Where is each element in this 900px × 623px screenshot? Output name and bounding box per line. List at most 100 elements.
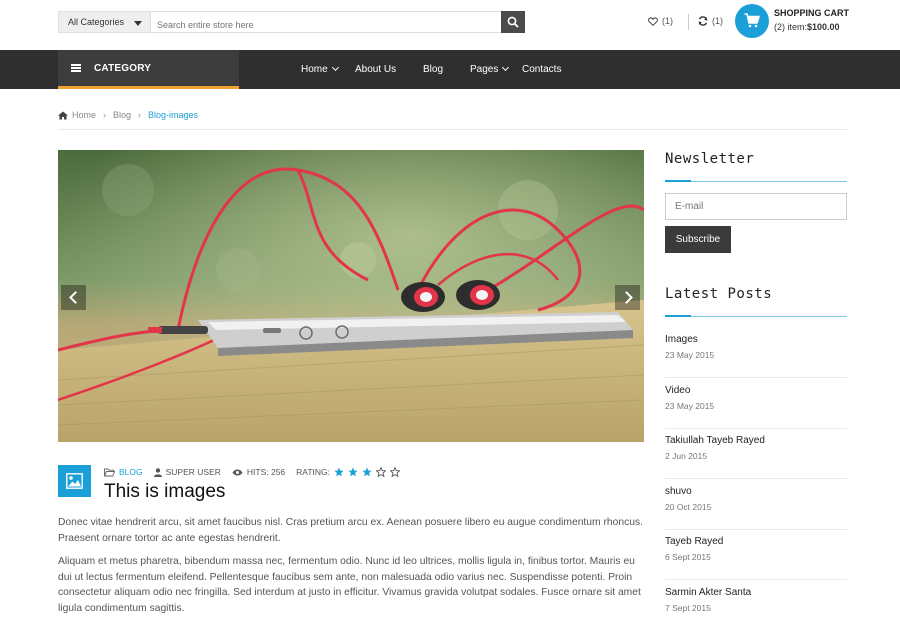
shopping-cart-icon xyxy=(744,13,760,28)
post-category[interactable]: BLOG xyxy=(104,467,143,477)
site-header: All Categories (1) (1) SHOPPING CA xyxy=(0,0,900,50)
rating-stars[interactable] xyxy=(334,467,404,477)
heading-underline xyxy=(665,180,847,182)
nav-item-label: Blog xyxy=(423,64,444,75)
latest-post-date: 23 May 2015 xyxy=(665,350,715,360)
breadcrumb-blog[interactable]: Blog xyxy=(113,110,131,120)
category-select-value: All Categories xyxy=(68,17,125,27)
latest-post-item[interactable]: Video 23 May 2015 xyxy=(665,385,847,411)
user-icon xyxy=(153,467,162,477)
cart-title[interactable]: SHOPPING CART xyxy=(774,8,849,18)
cart-button[interactable] xyxy=(735,4,769,38)
nav-item-label: Contacts xyxy=(522,64,562,75)
latest-post-date: 6 Sept 2015 xyxy=(665,552,711,562)
menu-icon xyxy=(71,64,81,72)
refresh-icon xyxy=(698,16,708,26)
latest-post-date: 23 May 2015 xyxy=(665,401,715,411)
search-button[interactable] xyxy=(501,11,525,33)
breadcrumb-home[interactable]: Home xyxy=(72,110,96,120)
latest-post-title: Video xyxy=(665,385,691,396)
latest-post-date: 7 Sept 2015 xyxy=(665,603,711,613)
latest-post-item[interactable]: Tayeb Rayed 6 Sept 2015 xyxy=(665,536,847,562)
home-icon xyxy=(58,111,68,119)
wishlist-count: (1) xyxy=(662,16,673,26)
list-divider xyxy=(665,478,847,479)
latest-post-item[interactable]: Takiullah Tayeb Rayed 2 Jun 2015 xyxy=(665,435,847,461)
cart-item-count: (2) item: xyxy=(774,22,808,32)
wishlist-link[interactable]: (1) xyxy=(648,16,673,26)
chevron-right-icon: › xyxy=(103,110,107,120)
newsletter-heading: Newsletter xyxy=(665,151,755,167)
post-rating: RATING: xyxy=(296,467,404,477)
latest-post-date: 2 Jun 2015 xyxy=(665,451,708,461)
main-navbar: CATEGORY Home About Us Blog Pages Contac… xyxy=(0,50,900,89)
post-format-badge xyxy=(58,465,91,497)
latest-post-title: Tayeb Rayed xyxy=(665,536,724,547)
heading-underline xyxy=(665,315,847,317)
list-divider xyxy=(665,428,847,429)
category-menu-toggle[interactable]: CATEGORY xyxy=(58,50,239,89)
nav-item-label: About Us xyxy=(355,64,397,75)
slider-prev-button[interactable] xyxy=(61,285,86,310)
category-menu-label: CATEGORY xyxy=(94,63,152,74)
star-filled-icon[interactable] xyxy=(348,467,358,477)
nav-item-pages[interactable]: Pages xyxy=(470,63,510,75)
compare-count: (1) xyxy=(712,16,723,26)
post-meta: BLOG SUPER USER HITS: 256 RATING: xyxy=(104,467,415,477)
list-divider xyxy=(665,529,847,530)
category-select[interactable]: All Categories xyxy=(58,11,151,33)
header-divider xyxy=(688,14,689,30)
latest-post-title: Takiullah Tayeb Rayed xyxy=(665,435,765,446)
post-paragraph: Donec vitae hendrerit arcu, sit amet fau… xyxy=(58,517,643,544)
headphones-phone-photo xyxy=(58,150,644,442)
post-author: SUPER USER xyxy=(153,467,221,477)
chevron-down-icon xyxy=(331,63,339,72)
nav-item-contacts[interactable]: Contacts xyxy=(522,64,561,75)
folder-open-icon xyxy=(104,468,115,476)
star-empty-icon[interactable] xyxy=(390,467,401,477)
slider-next-button[interactable] xyxy=(615,285,640,310)
image-icon xyxy=(66,473,83,489)
post-rating-label: RATING: xyxy=(296,467,331,477)
post-title: This is images xyxy=(104,481,226,502)
nav-item-home[interactable]: Home xyxy=(301,63,339,75)
post-category-label: BLOG xyxy=(119,467,143,477)
star-filled-icon[interactable] xyxy=(362,467,372,477)
post-author-label: SUPER USER xyxy=(165,467,221,477)
nav-item-label: Pages xyxy=(470,64,499,75)
subscribe-button[interactable]: Subscribe xyxy=(665,226,731,253)
list-divider xyxy=(665,377,847,378)
nav-item-blog[interactable]: Blog xyxy=(423,64,443,75)
latest-post-date: 20 Oct 2015 xyxy=(665,502,712,512)
breadcrumb: Home › Blog › Blog-images xyxy=(58,110,198,120)
eye-icon xyxy=(232,469,243,475)
latest-post-item[interactable]: Images 23 May 2015 xyxy=(665,334,847,360)
latest-post-title: Sarmin Akter Santa xyxy=(665,587,752,598)
post-hits: HITS: 256 xyxy=(232,467,285,477)
caret-down-icon xyxy=(134,21,142,26)
list-divider xyxy=(665,579,847,580)
heart-icon xyxy=(648,16,658,26)
breadcrumb-divider xyxy=(58,129,847,130)
cart-summary: (2) item:$100.00 xyxy=(774,22,840,32)
latest-post-title: Images xyxy=(665,334,698,345)
nav-item-about-us[interactable]: About Us xyxy=(355,64,396,75)
nav-item-label: Home xyxy=(301,64,328,75)
search-input[interactable] xyxy=(151,11,502,33)
compare-link[interactable]: (1) xyxy=(698,16,723,26)
latest-posts-heading: Latest Posts xyxy=(665,286,773,302)
latest-post-title: shuvo xyxy=(665,486,692,497)
chevron-right-icon: › xyxy=(138,110,142,120)
latest-post-item[interactable]: Sarmin Akter Santa 7 Sept 2015 xyxy=(665,587,847,613)
chevron-down-icon xyxy=(502,63,510,72)
star-empty-icon[interactable] xyxy=(376,467,387,477)
post-hits-label: HITS: 256 xyxy=(246,467,286,477)
post-hero-image xyxy=(58,150,644,442)
search-icon xyxy=(507,16,519,28)
latest-post-item[interactable]: shuvo 20 Oct 2015 xyxy=(665,486,847,512)
cart-total: $100.00 xyxy=(807,22,840,32)
post-paragraph: Aliquam et metus pharetra, bibendum mass… xyxy=(58,556,641,614)
star-filled-icon[interactable] xyxy=(334,467,344,477)
newsletter-email-input[interactable] xyxy=(665,193,847,220)
breadcrumb-current: Blog-images xyxy=(148,110,199,120)
